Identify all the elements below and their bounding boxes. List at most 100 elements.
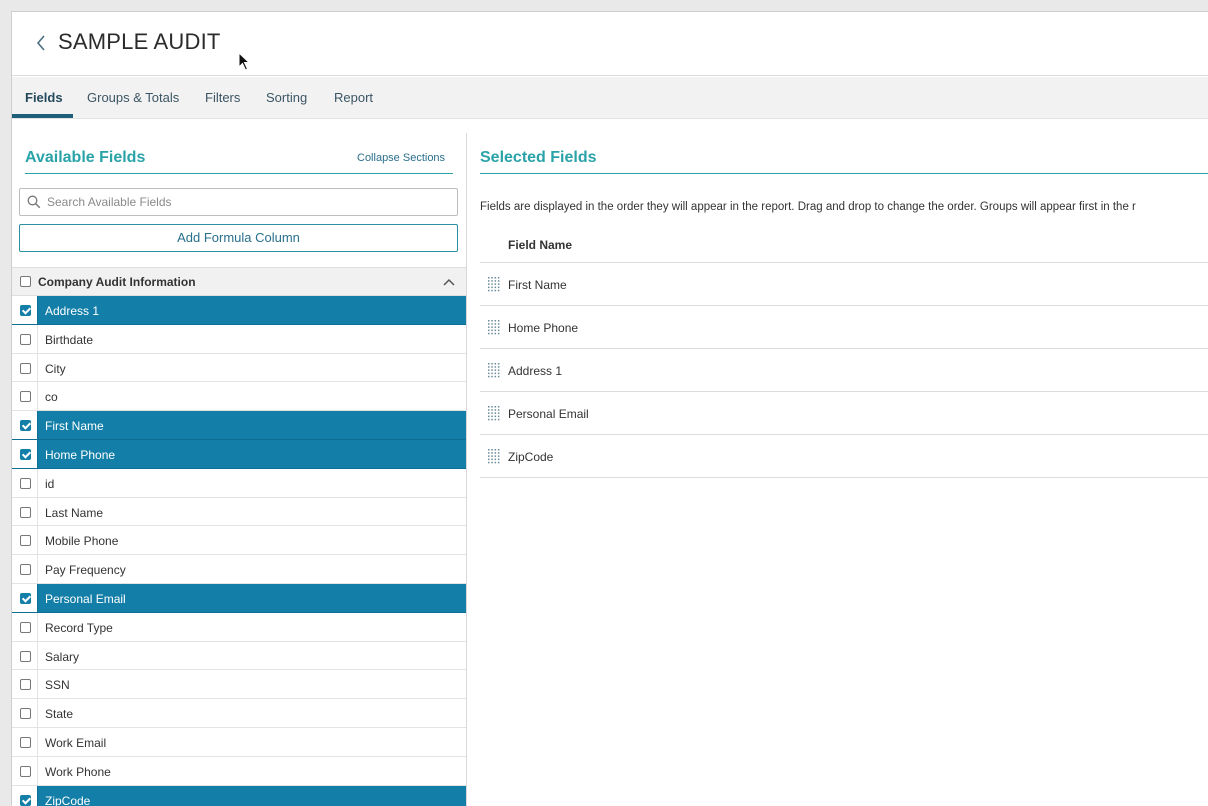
collapse-sections-link[interactable]: Collapse Sections [357, 152, 445, 164]
available-title-rule [25, 173, 453, 174]
checkbox-cell [12, 583, 38, 612]
available-field-label: Mobile Phone [45, 534, 119, 549]
checkbox[interactable] [20, 708, 31, 720]
checkbox-cell [12, 411, 38, 439]
field-name-column-header: Field Name [480, 233, 1208, 263]
checked-checkbox[interactable] [20, 305, 31, 316]
search-input[interactable] [47, 193, 447, 211]
chevron-up-icon[interactable] [442, 277, 456, 287]
available-field-row[interactable]: Work Phone [12, 756, 466, 786]
drag-handle-icon[interactable] [487, 405, 501, 421]
available-field-row[interactable]: ZipCode [12, 785, 466, 806]
selected-field-label: Address 1 [508, 364, 563, 378]
available-field-row[interactable]: City [12, 353, 466, 383]
available-field-row[interactable]: co [12, 382, 466, 412]
checkbox[interactable] [20, 333, 31, 345]
section-checkbox[interactable] [20, 276, 31, 287]
checkbox-cell [12, 756, 38, 785]
available-field-label: First Name [45, 419, 104, 434]
section-header[interactable]: Company Audit Information [12, 267, 466, 296]
available-field-label: City [45, 361, 66, 376]
tab-sorting[interactable]: Sorting [266, 90, 307, 105]
selected-field-row[interactable]: First Name [480, 263, 1208, 306]
available-field-row[interactable]: Personal Email [12, 583, 466, 613]
checkbox[interactable] [20, 535, 31, 547]
available-field-label: Work Phone [45, 764, 111, 779]
checkbox[interactable] [20, 564, 31, 576]
checkbox-cell [12, 641, 38, 670]
available-field-row[interactable]: Work Email [12, 727, 466, 757]
available-field-label: State [45, 707, 74, 722]
available-field-row[interactable]: Salary [12, 641, 466, 671]
available-field-label: Last Name [45, 505, 104, 520]
available-field-row[interactable]: SSN [12, 670, 466, 700]
available-field-row[interactable]: Home Phone [12, 439, 466, 469]
available-field-row[interactable]: First Name [12, 411, 466, 440]
drag-handle-icon[interactable] [487, 362, 501, 378]
available-field-row[interactable]: State [12, 699, 466, 728]
checked-checkbox[interactable] [20, 448, 31, 460]
tab-filters[interactable]: Filters [205, 90, 240, 105]
checkbox-cell [12, 785, 38, 806]
search-field[interactable] [19, 188, 458, 216]
checkbox-cell [12, 497, 38, 526]
checkbox[interactable] [20, 679, 31, 691]
app-window: SAMPLE AUDIT Fields Groups & Totals Filt… [11, 11, 1208, 806]
available-field-row[interactable]: Mobile Phone [12, 526, 466, 556]
checkbox-cell [12, 382, 38, 411]
available-field-label: Record Type [45, 620, 113, 635]
checkbox[interactable] [20, 650, 31, 662]
drag-handle-icon[interactable] [487, 276, 501, 292]
tab-groups-totals[interactable]: Groups & Totals [87, 90, 179, 105]
back-chevron-icon[interactable] [34, 31, 48, 55]
checkbox[interactable] [20, 736, 31, 748]
available-field-label: Address 1 [45, 304, 100, 318]
available-field-row[interactable]: Address 1 [12, 296, 466, 325]
add-formula-column-button[interactable]: Add Formula Column [19, 224, 458, 252]
checkbox-cell [12, 612, 38, 641]
available-field-label: Salary [45, 649, 80, 664]
checkbox-cell [12, 468, 38, 497]
page-header: SAMPLE AUDIT [12, 12, 1208, 76]
active-tab-indicator [12, 114, 73, 118]
checkbox-cell [12, 439, 38, 468]
selected-fields-description: Fields are displayed in the order they w… [480, 201, 1136, 213]
selected-field-row[interactable]: Personal Email [480, 392, 1208, 435]
available-field-label: Personal Email [45, 591, 126, 606]
checkbox-cell [12, 727, 38, 756]
drag-handle-icon[interactable] [487, 319, 501, 335]
checkbox[interactable] [20, 362, 31, 374]
selected-field-row[interactable]: ZipCode [480, 435, 1208, 478]
available-field-row[interactable]: Last Name [12, 497, 466, 527]
available-field-label: SSN [45, 678, 70, 693]
checkbox-cell [12, 555, 38, 583]
selected-field-row[interactable]: Address 1 [480, 349, 1208, 392]
tab-bar: Fields Groups & Totals Filters Sorting R… [12, 77, 1208, 119]
tab-report[interactable]: Report [334, 90, 373, 105]
checkbox[interactable] [20, 391, 31, 403]
checkbox-cell [12, 699, 38, 727]
selected-field-label: First Name [508, 278, 567, 292]
section-label: Company Audit Information [38, 275, 196, 289]
drag-handle-icon[interactable] [487, 448, 501, 464]
selected-field-label: ZipCode [508, 450, 554, 464]
available-field-label: Birthdate [45, 332, 94, 347]
tab-fields[interactable]: Fields [25, 90, 63, 105]
mouse-pointer-icon [238, 52, 251, 71]
available-field-row[interactable]: Pay Frequency [12, 555, 466, 584]
checkbox[interactable] [20, 477, 31, 489]
selected-field-row[interactable]: Home Phone [480, 306, 1208, 349]
checkbox[interactable] [20, 765, 31, 777]
checked-checkbox[interactable] [20, 592, 31, 604]
available-field-row[interactable]: Birthdate [12, 324, 466, 354]
selected-fields-list: First Name Home Phone Address 1 Personal Em… [480, 263, 1208, 478]
checkbox[interactable] [20, 621, 31, 633]
checked-checkbox[interactable] [20, 420, 31, 432]
checkbox[interactable] [20, 506, 31, 518]
available-field-row[interactable]: Record Type [12, 612, 466, 642]
available-field-label: co [45, 390, 58, 405]
available-field-row[interactable]: id [12, 468, 466, 498]
checked-checkbox[interactable] [20, 794, 31, 806]
available-field-label: Home Phone [45, 447, 116, 462]
available-field-label: id [45, 476, 55, 491]
